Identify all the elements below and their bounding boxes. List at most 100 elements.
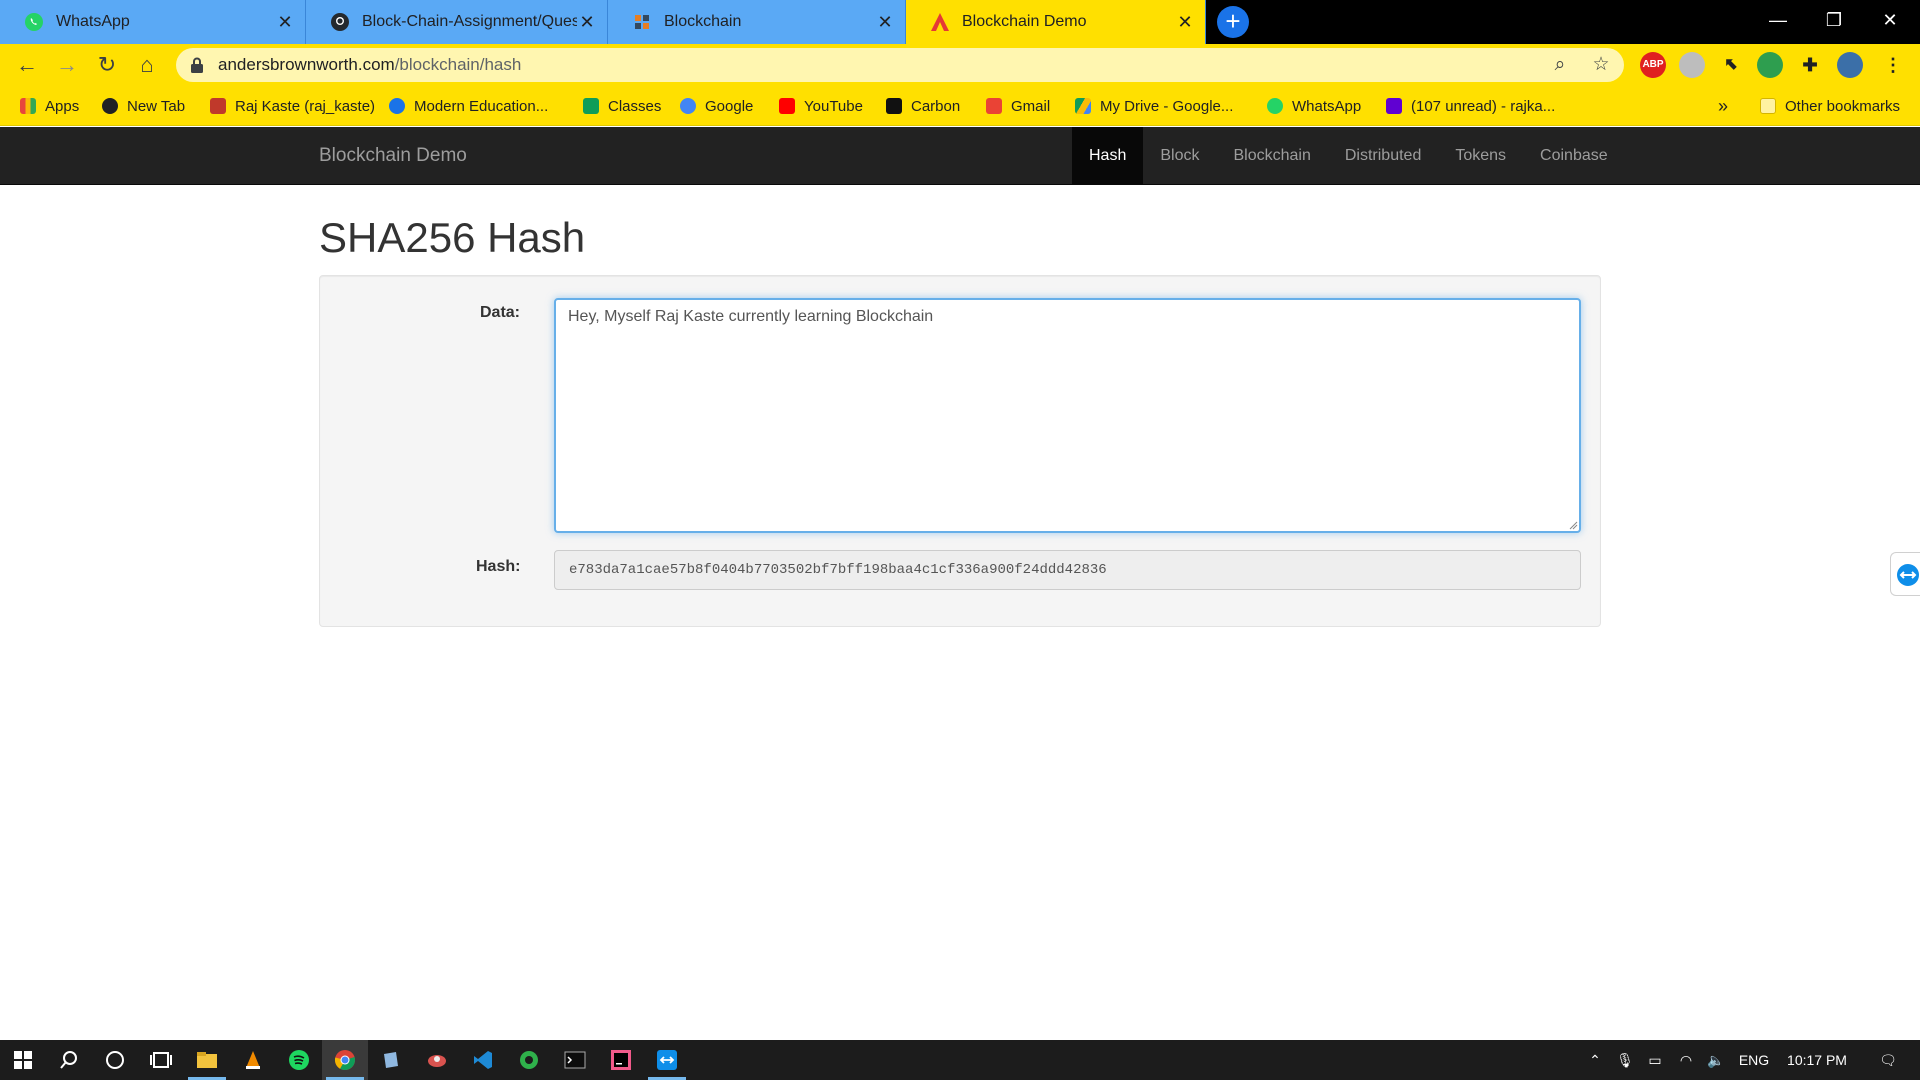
bookmark-new-tab[interactable]: New Tab [102,95,185,117]
bookmark-apps[interactable]: Apps [20,95,79,117]
bookmark-label: Google [705,97,754,115]
bookmark-label: Other bookmarks [1785,97,1901,115]
hash-form-panel: Data: Hey, Myself Raj Kaste currently le… [319,275,1601,627]
bookmark-label: WhatsApp [1292,97,1362,115]
user-icon [210,98,226,114]
tab-strip: WhatsApp ✕ Block-Chain-Assignment/Questi… [0,0,1920,44]
vscode-icon[interactable] [460,1040,506,1080]
intellij-icon[interactable] [598,1040,644,1080]
notes-icon[interactable] [368,1040,414,1080]
bookmark-raj-kaste[interactable]: Raj Kaste (raj_kaste) [210,95,375,117]
tab-close-icon[interactable]: ✕ [1175,12,1195,32]
other-bookmarks[interactable]: Other bookmarks [1760,95,1900,117]
language-indicator[interactable]: ENG [1734,1040,1774,1080]
bookmark-carbon[interactable]: Carbon [886,95,960,117]
tab-close-icon[interactable]: ✕ [875,12,895,32]
bookmarks-bar: Apps New Tab Raj Kaste (raj_kaste) Moder… [0,86,1920,126]
infinity-icon [389,98,405,114]
teamviewer-icon[interactable] [644,1040,690,1080]
notifications-icon[interactable]: 🗨 [1868,1040,1908,1080]
file-explorer-icon[interactable] [184,1040,230,1080]
tab-close-icon[interactable]: ✕ [275,12,295,32]
terminal-icon[interactable] [552,1040,598,1080]
bookmark-google[interactable]: Google [680,95,753,117]
whatsapp-icon [24,12,44,32]
windows-taskbar: ⌃ 🎙 ▭ ◠ 🔈 ENG 10:17 PM 🗨 [0,1040,1920,1080]
bookmark-label: Carbon [911,97,961,115]
extensions-puzzle-icon[interactable]: ✚ [1797,52,1823,78]
carbon-icon [886,98,902,114]
bookmark-youtube[interactable]: YouTube [779,95,863,117]
address-bar[interactable]: andersbrownworth.com/blockchain/hash ⌕ ☆ [176,48,1624,82]
bookmark-whatsapp[interactable]: WhatsApp [1267,95,1361,117]
tab-blockchain-demo[interactable]: Blockchain Demo ✕ [906,0,1206,44]
home-icon[interactable]: ⌂ [133,51,161,79]
drive-icon [1075,98,1091,114]
chrome-icon[interactable] [322,1040,368,1080]
vlc-icon[interactable] [230,1040,276,1080]
bookmarks-overflow-button[interactable]: » [1718,95,1728,117]
battery-icon[interactable]: ▭ [1640,1040,1670,1080]
bookmark-label: Raj Kaste (raj_kaste) [235,97,376,115]
adblock-icon[interactable]: ABP [1640,52,1666,78]
bookmark-gmail[interactable]: Gmail [986,95,1050,117]
bookmark-yahoo-mail[interactable]: (107 unread) - rajka... [1386,95,1555,117]
restore-icon[interactable]: ❐ [1806,0,1862,40]
tab-github[interactable]: Block-Chain-Assignment/Questic ✕ [306,0,608,44]
tab-whatsapp[interactable]: WhatsApp ✕ [0,0,306,44]
bookmark-label: Classes [608,97,662,115]
cortana-icon[interactable] [92,1040,138,1080]
nav-blockchain[interactable]: Blockchain [1216,127,1327,185]
search-icon[interactable] [46,1040,92,1080]
bookmark-classes[interactable]: Classes [583,95,661,117]
bookmark-star-icon[interactable]: ☆ [1589,53,1613,77]
tab-close-icon[interactable]: ✕ [577,12,597,32]
youtube-icon [779,98,795,114]
extension-bug-icon[interactable] [1679,52,1705,78]
profile-avatar[interactable] [1837,52,1863,78]
site-navbar: Blockchain Demo Hash Block Blockchain Di… [0,127,1920,185]
nav-distributed[interactable]: Distributed [1328,127,1438,185]
url-path: /blockchain/hash [394,55,522,74]
nav-block[interactable]: Block [1143,127,1216,185]
extension-tree-icon[interactable] [1757,52,1783,78]
resize-grip-icon[interactable] [1568,520,1578,530]
apps-grid-icon [20,98,36,114]
data-textarea[interactable]: Hey, Myself Raj Kaste currently learning… [554,298,1581,533]
close-window-icon[interactable]: ✕ [1862,0,1918,40]
extension-cursor-icon[interactable]: ⬉ [1718,52,1744,78]
wifi-icon[interactable]: ◠ [1672,1040,1700,1080]
reload-icon[interactable]: ↻ [93,51,121,79]
microphone-icon[interactable]: 🎙 [1612,1040,1638,1080]
volume-icon[interactable]: 🔈 [1702,1040,1730,1080]
bookmark-modern-education[interactable]: Modern Education... [389,95,548,117]
bookmark-my-drive[interactable]: My Drive - Google... [1075,95,1233,117]
network-app-icon[interactable] [506,1040,552,1080]
tab-title: Block-Chain-Assignment/Questic [362,13,577,30]
zoom-icon[interactable]: ⌕ [1548,53,1572,77]
forward-arrow-icon[interactable]: → [53,51,81,79]
globe-icon [102,98,118,114]
site-nav-links: Hash Block Blockchain Distributed Tokens… [1072,127,1625,185]
classroom-icon [583,98,599,114]
spotify-icon[interactable] [276,1040,322,1080]
menu-kebab-icon[interactable]: ⋮ [1880,52,1906,78]
minimize-icon[interactable]: — [1750,0,1806,40]
new-tab-button[interactable]: + [1217,6,1249,38]
nav-coinbase[interactable]: Coinbase [1523,127,1625,185]
task-view-icon[interactable] [138,1040,184,1080]
teamviewer-side-icon[interactable] [1890,552,1920,596]
tab-blockchain[interactable]: Blockchain ✕ [608,0,906,44]
game-icon[interactable] [414,1040,460,1080]
hash-output[interactable]: e783da7a1cae57b8f0404b7703502bf7bff198ba… [554,550,1581,590]
tray-overflow-icon[interactable]: ⌃ [1580,1040,1610,1080]
start-icon[interactable] [0,1040,46,1080]
bookmark-label: My Drive - Google... [1100,97,1234,115]
page-title: SHA256 Hash [319,214,586,261]
back-arrow-icon[interactable]: ← [13,51,41,79]
site-brand[interactable]: Blockchain Demo [319,145,467,167]
nav-hash[interactable]: Hash [1072,127,1144,185]
nav-tokens[interactable]: Tokens [1438,127,1523,185]
clock[interactable]: 10:17 PM [1776,1040,1858,1080]
yahoo-mail-icon [1386,98,1402,114]
